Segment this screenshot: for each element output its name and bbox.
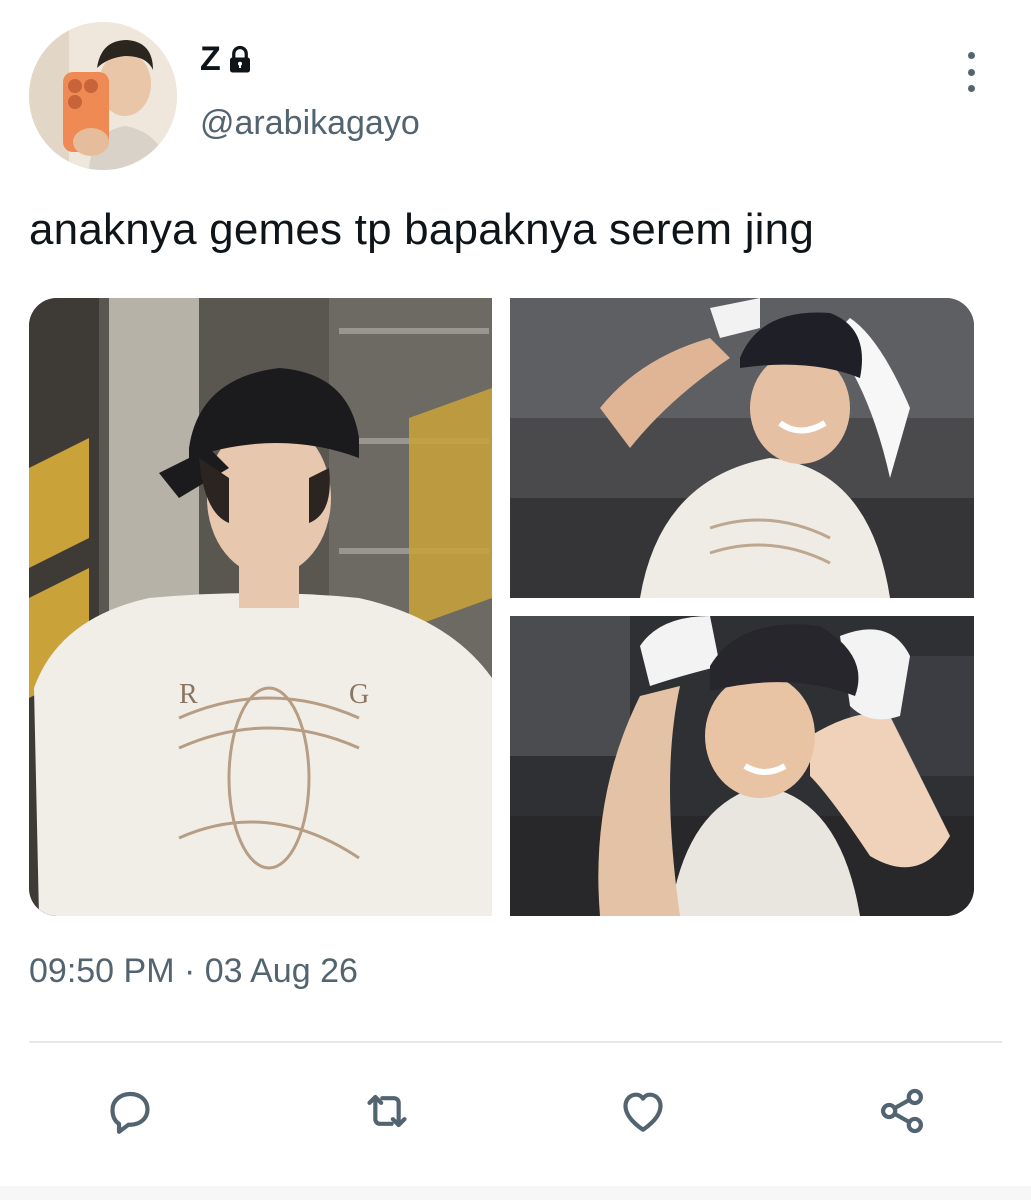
reply-button[interactable] xyxy=(94,1075,166,1147)
avatar-image xyxy=(29,22,177,170)
media-grid: R G xyxy=(29,298,974,916)
bottom-edge xyxy=(0,1186,1031,1200)
more-options-icon[interactable] xyxy=(955,52,987,92)
share-icon xyxy=(881,1088,923,1134)
svg-text:G: G xyxy=(349,679,369,710)
retweet-button[interactable] xyxy=(351,1075,423,1147)
retweet-icon xyxy=(367,1094,407,1128)
handle[interactable]: @arabikagayo xyxy=(200,104,420,143)
svg-text:R: R xyxy=(179,679,198,710)
photo-1[interactable]: R G xyxy=(29,298,492,916)
avatar[interactable] xyxy=(29,22,177,170)
display-name[interactable]: Z xyxy=(200,40,255,79)
photo-3[interactable] xyxy=(510,616,974,916)
divider xyxy=(29,1041,1002,1043)
tweet-text: anaknya gemes tp bapaknya serem jing xyxy=(29,205,814,254)
heart-icon xyxy=(623,1092,663,1132)
timestamp[interactable]: 09:50 PM · 03 Aug 26 xyxy=(29,952,358,991)
photo-2[interactable] xyxy=(510,298,974,598)
reply-icon xyxy=(110,1091,150,1134)
display-name-text: Z xyxy=(200,40,221,78)
share-button[interactable] xyxy=(866,1075,938,1147)
lock-icon xyxy=(225,45,255,75)
like-button[interactable] xyxy=(607,1075,679,1147)
action-bar xyxy=(0,1075,1031,1151)
